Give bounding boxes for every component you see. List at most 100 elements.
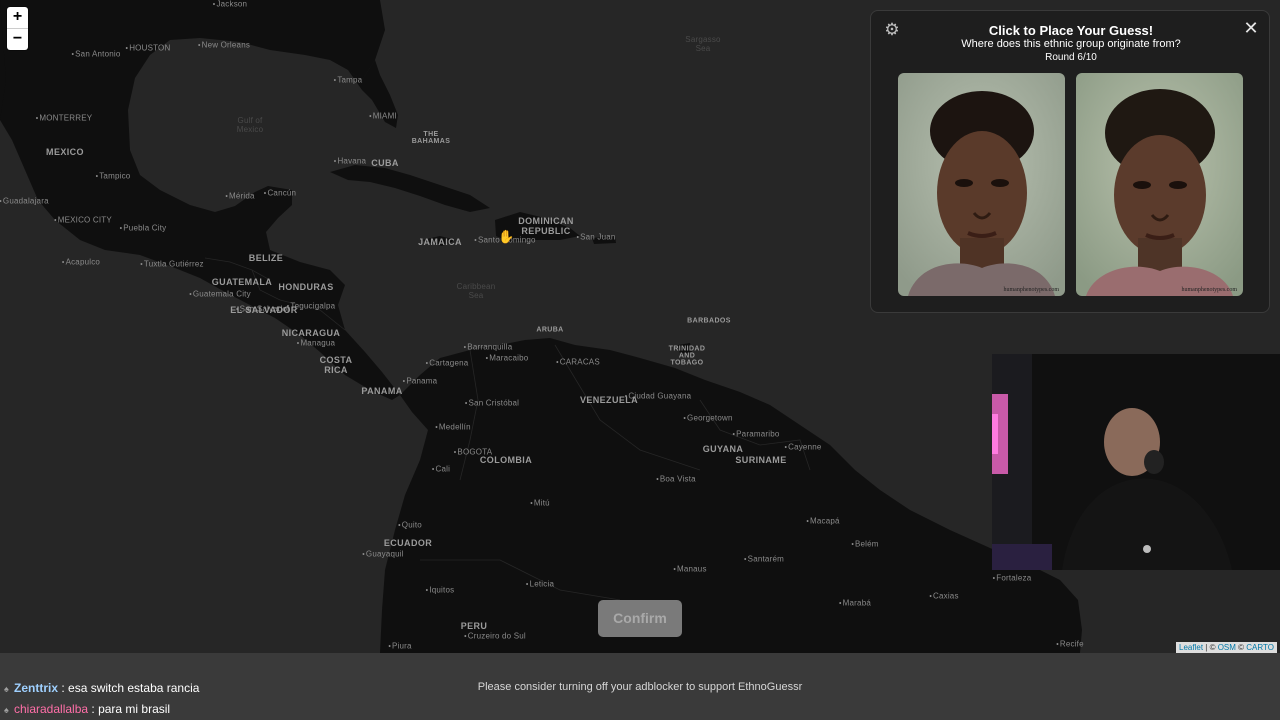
map-label-country: CUBA bbox=[371, 158, 399, 168]
map-label-city: Georgetown bbox=[683, 414, 732, 423]
chat-username: chiaradallalba bbox=[14, 702, 89, 716]
map-label-city: MEXICO CITY bbox=[54, 216, 112, 225]
hand-cursor-icon: ✋ bbox=[498, 229, 515, 244]
zoom-control: + − bbox=[7, 7, 28, 50]
map-label-city: Barranquilla bbox=[464, 343, 513, 352]
map-label-city: CARACAS bbox=[556, 358, 600, 367]
map-label-country: NICARAGUA bbox=[281, 328, 341, 338]
map-label-city: Tampa bbox=[334, 76, 363, 85]
panel-title: Click to Place Your Guess! bbox=[988, 23, 1154, 38]
map-label-city: Quito bbox=[398, 521, 422, 530]
leaflet-link[interactable]: Leaflet bbox=[1179, 643, 1203, 652]
map-label-city: MONTERREY bbox=[36, 114, 93, 123]
map-label-city: Macapá bbox=[806, 517, 839, 526]
map-label-country: ARUBA bbox=[536, 326, 564, 334]
map-label-city: Leticia bbox=[526, 580, 554, 589]
panel-question: Where does this ethnic group originate f… bbox=[961, 38, 1181, 50]
map-label-city: San Antonio bbox=[71, 50, 120, 59]
face-portrait bbox=[898, 73, 1065, 296]
map-label-city: Mitú bbox=[530, 499, 550, 508]
map-label-city: Cruzeiro do Sul bbox=[464, 632, 526, 641]
map-label-country: PERU bbox=[460, 621, 488, 631]
map-label-city: Cancún bbox=[264, 189, 296, 198]
carto-link[interactable]: CARTO bbox=[1246, 643, 1274, 652]
guess-panel: ⚙ ✕ Click to Place Your Guess! Where doe… bbox=[870, 10, 1270, 313]
map-label-city: Puebla City bbox=[120, 224, 167, 233]
map-label-city: Cartagena bbox=[426, 359, 469, 368]
map-label-city: Piura bbox=[388, 642, 411, 651]
map-label-city: San Cristóbal bbox=[465, 399, 519, 408]
map-label-country: BELIZE bbox=[248, 253, 284, 263]
bottom-bar: Please consider turning off your adblock… bbox=[0, 653, 1280, 720]
map-label-city: Guayaquil bbox=[362, 550, 404, 559]
map-label-city: Fortaleza bbox=[993, 574, 1032, 583]
map-label-city: MIAMI bbox=[369, 112, 397, 121]
map-label-city: San Juan bbox=[576, 233, 615, 242]
map-label-country: GUATEMALA bbox=[211, 277, 273, 287]
map-label-country: COSTA RICA bbox=[319, 355, 353, 375]
map-label-city: HOUSTON bbox=[126, 44, 171, 53]
map-label-sea: Sargasso Sea bbox=[685, 35, 721, 53]
map-label-city: Santarém bbox=[744, 555, 784, 564]
osm-link[interactable]: OSM bbox=[1218, 643, 1236, 652]
webcam-overlay bbox=[992, 354, 1280, 570]
map-label-country: MEXICO bbox=[46, 147, 84, 157]
chat-username: Zenttrix bbox=[14, 681, 59, 695]
map-label-city: Recife bbox=[1056, 640, 1084, 649]
map-label-city: Cayenne bbox=[784, 443, 821, 452]
face-watermark: humanphenotypes.com bbox=[1181, 287, 1238, 293]
map-label-city: Acapulco bbox=[62, 258, 100, 267]
map-label-city: Mérida bbox=[225, 192, 254, 201]
chat-message: ♠ Zenttrix : esa switch estaba rancia bbox=[4, 681, 199, 695]
map-label-country: DOMINICAN REPUBLIC bbox=[518, 216, 574, 236]
chat-badge-icon: ♠ bbox=[4, 705, 9, 715]
map-attribution: Leaflet | © OSM © CARTO bbox=[1176, 642, 1277, 653]
map-label-sea: Gulf of Mexico bbox=[236, 116, 264, 134]
map-label-city: Managua bbox=[297, 339, 335, 348]
chat-separator: : bbox=[58, 681, 69, 695]
map-label-city: Marabá bbox=[839, 599, 871, 608]
attribution-separator: | © bbox=[1203, 643, 1218, 652]
confirm-button[interactable]: Confirm bbox=[598, 600, 682, 637]
map-label-country: VENEZUELA bbox=[579, 395, 639, 405]
face-watermark: humanphenotypes.com bbox=[1003, 287, 1060, 293]
map-label-city: Boa Vista bbox=[656, 475, 696, 484]
map-label-city: Maracaibo bbox=[486, 354, 529, 363]
map-label-city: Guatemala City bbox=[189, 290, 251, 299]
map-label-country: HONDURAS bbox=[278, 282, 334, 292]
map-label-city: Jackson bbox=[213, 0, 247, 9]
chat-badge-icon: ♠ bbox=[4, 684, 9, 694]
map-label-city: New Orleans bbox=[198, 41, 250, 50]
chat-text: para mi brasil bbox=[98, 702, 171, 716]
map-label-country: PANAMA bbox=[361, 386, 403, 396]
zoom-out-icon[interactable]: − bbox=[7, 28, 28, 50]
map-label-country: COLOMBIA bbox=[479, 455, 533, 465]
map-label-city: Medellín bbox=[435, 423, 471, 432]
map-label-country: EL SALVADOR bbox=[230, 305, 298, 315]
zoom-in-icon[interactable]: + bbox=[7, 7, 28, 28]
map-label-country: GUYANA bbox=[702, 444, 744, 454]
chat-message: ♠ chiaradallalba : para mi brasil bbox=[4, 702, 170, 716]
map-label-city: Tuxtla Gutiérrez bbox=[140, 260, 204, 269]
face-image-male: humanphenotypes.com bbox=[898, 73, 1065, 296]
map-label-city: Cali bbox=[432, 465, 450, 474]
map-label-city: Caxias bbox=[929, 592, 958, 601]
map-label-city: Havana bbox=[334, 157, 366, 166]
map-label-country: BARBADOS bbox=[687, 317, 731, 325]
map-label-city: Paramaribo bbox=[732, 430, 779, 439]
face-image-female: humanphenotypes.com bbox=[1076, 73, 1243, 296]
map-label-sea: Caribbean Sea bbox=[456, 282, 496, 300]
map-label-country: THE BAHAMAS bbox=[411, 131, 451, 145]
webcam-image bbox=[992, 354, 1280, 570]
map-label-country: ECUADOR bbox=[383, 538, 433, 548]
map-label-country: SURINAME bbox=[735, 455, 787, 465]
face-portrait bbox=[1076, 73, 1243, 296]
round-indicator: Round 6/10 bbox=[1045, 52, 1097, 63]
attribution-separator-2: © bbox=[1235, 643, 1247, 652]
map-label-city: Tampico bbox=[96, 172, 131, 181]
map-label-city: Belém bbox=[851, 540, 878, 549]
map-label-city: Panama bbox=[403, 377, 438, 386]
map-label-city: Guadalajara bbox=[0, 197, 49, 206]
map-label-country: JAMAICA bbox=[418, 237, 462, 247]
chat-separator: : bbox=[88, 702, 99, 716]
